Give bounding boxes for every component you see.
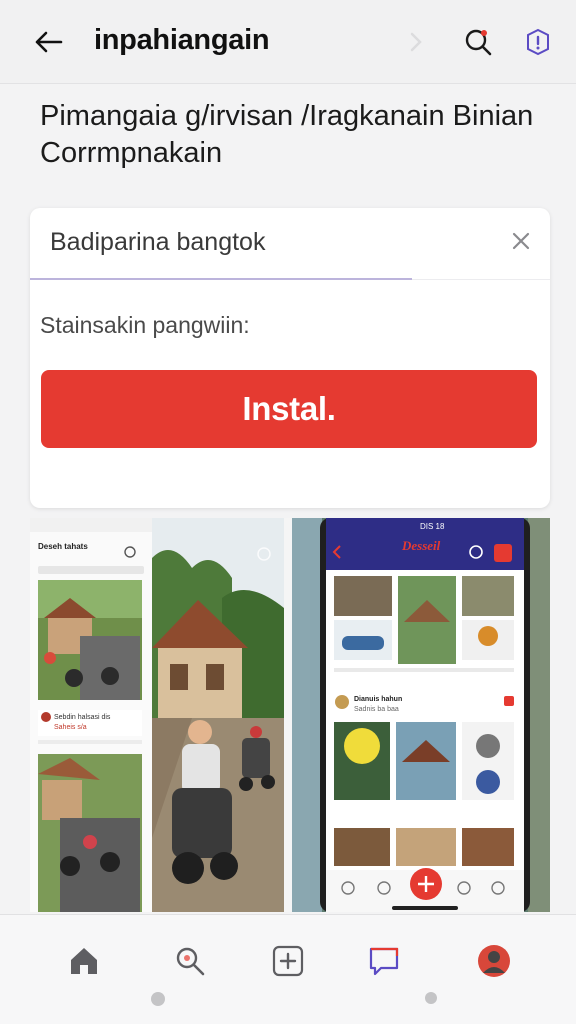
headline-line-1: Pimangaia g/irvisan /Iragkanain Binian [40, 100, 534, 132]
pager-dot-left [151, 992, 165, 1006]
app-title: inpahiangain [94, 24, 270, 56]
shot3-feed-title: Dianuis hahun [354, 696, 403, 703]
avatar-icon [478, 945, 510, 977]
top-app-bar: inpahiangain [0, 0, 576, 84]
close-icon [512, 232, 530, 250]
nav-messages-button[interactable] [358, 933, 410, 989]
app-search-input[interactable] [50, 222, 490, 262]
headline-line-2: Corrmpnakain [40, 137, 223, 169]
chat-icon [369, 947, 399, 976]
pager-dot-right [425, 992, 437, 1004]
nav-profile-button[interactable] [468, 933, 520, 989]
screenshot-3[interactable]: DIS 18 Desseil Dianuis hahun Sadnis ba b… [292, 518, 550, 912]
clear-search-button[interactable] [504, 224, 538, 258]
shot3-feed-sub: Sadnis ba baa [354, 706, 399, 713]
nav-home-button[interactable] [58, 933, 110, 989]
info-icon [527, 28, 549, 56]
info-button[interactable] [518, 22, 558, 62]
install-button[interactable]: Instal. [41, 370, 537, 448]
search-icon [465, 29, 492, 56]
search-icon [176, 947, 205, 976]
shot1-caption: Sebdin halsasi dis [54, 714, 111, 721]
nav-search-button[interactable] [164, 933, 216, 989]
chevron-right-icon [410, 32, 422, 52]
shot3-title: Desseil [402, 538, 441, 553]
install-card: Stainsakin pangwiin: Instal. [30, 208, 550, 508]
shot3-status-time: DIS 18 [420, 522, 445, 531]
screenshot-3-image [292, 518, 550, 912]
forward-button[interactable] [402, 24, 430, 60]
home-icon [71, 948, 97, 974]
screenshot-gallery[interactable]: Deseh tahats Sebdin halsasi dis Saheis s… [30, 518, 550, 912]
back-button[interactable] [28, 24, 68, 60]
bottom-navigation [0, 914, 576, 1024]
add-square-icon [272, 945, 304, 977]
screenshot-2-image [152, 518, 284, 912]
install-label: Stainsakin pangwiin: [40, 312, 250, 338]
screenshot-1[interactable]: Deseh tahats Sebdin halsasi dis Saheis s… [30, 518, 152, 912]
arrow-left-icon [35, 31, 63, 53]
screenshot-2[interactable] [152, 518, 284, 912]
app-search-field [30, 208, 550, 280]
search-button[interactable] [458, 22, 498, 62]
input-focus-underline [30, 278, 412, 280]
shot1-caption-2: Saheis s/a [54, 724, 87, 731]
shot1-title: Deseh tahats [38, 542, 88, 551]
page-headline: Pimangaia g/irvisan /Iragkanain Binian C… [40, 98, 550, 172]
nav-add-button[interactable] [262, 933, 314, 989]
